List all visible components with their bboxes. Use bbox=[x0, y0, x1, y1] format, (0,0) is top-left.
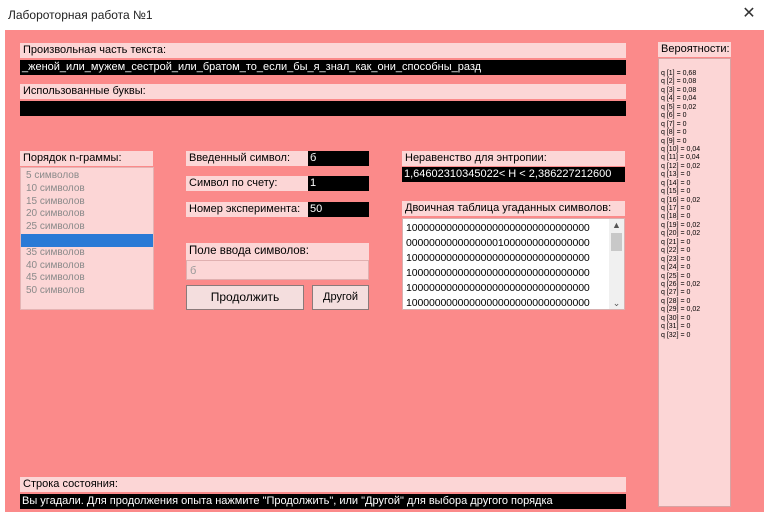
probability-item: q [26] = 0,02 bbox=[661, 280, 701, 288]
text-part-label: Произвольная часть текста: bbox=[20, 43, 626, 58]
probability-item: q [8] = 0 bbox=[661, 129, 687, 137]
binary-row: 10000000000000000000000000000000 bbox=[406, 222, 590, 234]
probability-item: q [7] = 0 bbox=[661, 120, 687, 128]
probability-item: q [22] = 0 bbox=[661, 247, 691, 255]
probability-item: q [10] = 0,04 bbox=[661, 145, 701, 153]
used-letters-field bbox=[20, 101, 626, 116]
experiment-number-label: Номер эксперимента: bbox=[186, 202, 308, 217]
probability-item: q [2] = 0,08 bbox=[661, 78, 697, 86]
probability-item: q [29] = 0,02 bbox=[661, 306, 701, 314]
ngram-option[interactable]: 40 символов bbox=[21, 260, 153, 273]
probability-item: q [13] = 0 bbox=[661, 171, 691, 179]
symbol-count-field: 1 bbox=[308, 176, 369, 191]
status-field: Вы угадали. Для продолжения опыта нажмит… bbox=[20, 494, 626, 509]
ngram-label: Порядок n-граммы: bbox=[20, 151, 153, 166]
probability-item: q [1] = 0,68 bbox=[661, 70, 697, 77]
close-icon[interactable]: ✕ bbox=[740, 5, 758, 23]
window-title: Лабороторная работа №1 bbox=[8, 8, 153, 22]
ngram-option[interactable]: 15 символов bbox=[21, 196, 153, 209]
continue-button[interactable]: Продолжить bbox=[186, 285, 304, 310]
binary-row: 10000000000000000000000000000000 bbox=[406, 282, 590, 294]
binary-row: 10000000000000000000000000000000 bbox=[406, 297, 590, 309]
ngram-option-selected[interactable]: 30 символов bbox=[21, 233, 153, 247]
probability-item: q [25] = 0 bbox=[661, 272, 691, 280]
entered-symbol-field: б bbox=[308, 151, 369, 166]
binary-row: 10000000000000000000000000000000 bbox=[406, 252, 590, 264]
probability-item: q [16] = 0,02 bbox=[661, 196, 701, 204]
probability-item: q [9] = 0 bbox=[661, 137, 687, 145]
entropy-label: Неравенство для энтропии: bbox=[402, 151, 625, 166]
probability-item: q [30] = 0 bbox=[661, 314, 691, 322]
probability-item: q [23] = 0 bbox=[661, 255, 691, 263]
binary-row: 10000000000000000000000000000000 bbox=[406, 267, 590, 279]
probability-item: q [4] = 0,04 bbox=[661, 95, 697, 103]
probability-item: q [24] = 0 bbox=[661, 264, 691, 272]
title-bar: Лабороторная работа №1 ✕ bbox=[0, 0, 766, 30]
symbol-input[interactable]: б bbox=[186, 260, 369, 280]
text-part-field: _женой_или_мужем_сестрой_или_братом_то_е… bbox=[20, 60, 626, 75]
scroll-up-icon[interactable]: ▲ bbox=[609, 219, 624, 231]
symbol-input-label: Поле ввода символов: bbox=[186, 243, 369, 260]
probability-item: q [31] = 0 bbox=[661, 323, 691, 331]
ngram-option[interactable]: 35 символов bbox=[21, 247, 153, 260]
used-letters-label: Использованные буквы: bbox=[20, 84, 626, 99]
probability-item: q [3] = 0,08 bbox=[661, 86, 697, 94]
probability-item: q [15] = 0 bbox=[661, 188, 691, 196]
binary-table[interactable]: 10000000000000000000000000000000 0000000… bbox=[402, 218, 625, 310]
probability-item: q [12] = 0,02 bbox=[661, 162, 701, 170]
symbol-count-label: Символ по счету: bbox=[186, 176, 308, 191]
ngram-option[interactable]: 5 символов bbox=[21, 170, 153, 183]
ngram-option[interactable]: 20 символов bbox=[21, 208, 153, 221]
entered-symbol-label: Введенный символ: bbox=[186, 151, 308, 166]
main-area: Произвольная часть текста: _женой_или_му… bbox=[5, 30, 764, 512]
probability-item: q [6] = 0 bbox=[661, 112, 687, 120]
binary-row: 00000000000000001000000000000000 bbox=[406, 237, 590, 249]
probability-item: q [21] = 0 bbox=[661, 238, 691, 246]
probability-item: q [17] = 0 bbox=[661, 205, 691, 212]
probability-item: q [19] = 0,02 bbox=[661, 221, 701, 229]
binary-table-label: Двоичная таблица угаданных символов: bbox=[402, 201, 625, 216]
binary-table-scrollbar[interactable]: ▲ ⌄ bbox=[609, 219, 624, 309]
probabilities-label: Вероятности: bbox=[658, 42, 731, 57]
probability-item: q [14] = 0 bbox=[661, 179, 691, 187]
probabilities-panel: q [1] = 0,68 q [2] = 0,08 q [3] = 0,08 q… bbox=[658, 58, 731, 507]
scroll-thumb[interactable] bbox=[611, 233, 622, 251]
ngram-option[interactable]: 50 символов bbox=[21, 285, 153, 298]
ngram-option[interactable]: 45 символов bbox=[21, 272, 153, 285]
probability-item: q [5] = 0,02 bbox=[661, 103, 697, 111]
chevron-down-icon[interactable]: ⌄ bbox=[609, 297, 624, 309]
probability-item: q [28] = 0 bbox=[661, 297, 691, 305]
experiment-number-field: 50 bbox=[308, 202, 369, 217]
probability-item: q [18] = 0 bbox=[661, 213, 691, 221]
ngram-list[interactable]: 5 символов 10 символов 15 символов 20 си… bbox=[20, 167, 154, 310]
probability-item: q [11] = 0,04 bbox=[661, 154, 700, 162]
other-button[interactable]: Другой bbox=[312, 285, 369, 310]
probability-item: q [32] = 0 bbox=[661, 331, 691, 339]
ngram-option[interactable]: 25 символов bbox=[21, 221, 153, 234]
entropy-field: 1,64602310345022< H < 2,386227212600 bbox=[402, 167, 625, 182]
probability-item: q [27] = 0 bbox=[661, 289, 691, 297]
status-label: Строка состояния: bbox=[20, 477, 626, 492]
probability-item: q [20] = 0,02 bbox=[661, 230, 701, 238]
ngram-option[interactable]: 10 символов bbox=[21, 183, 153, 196]
